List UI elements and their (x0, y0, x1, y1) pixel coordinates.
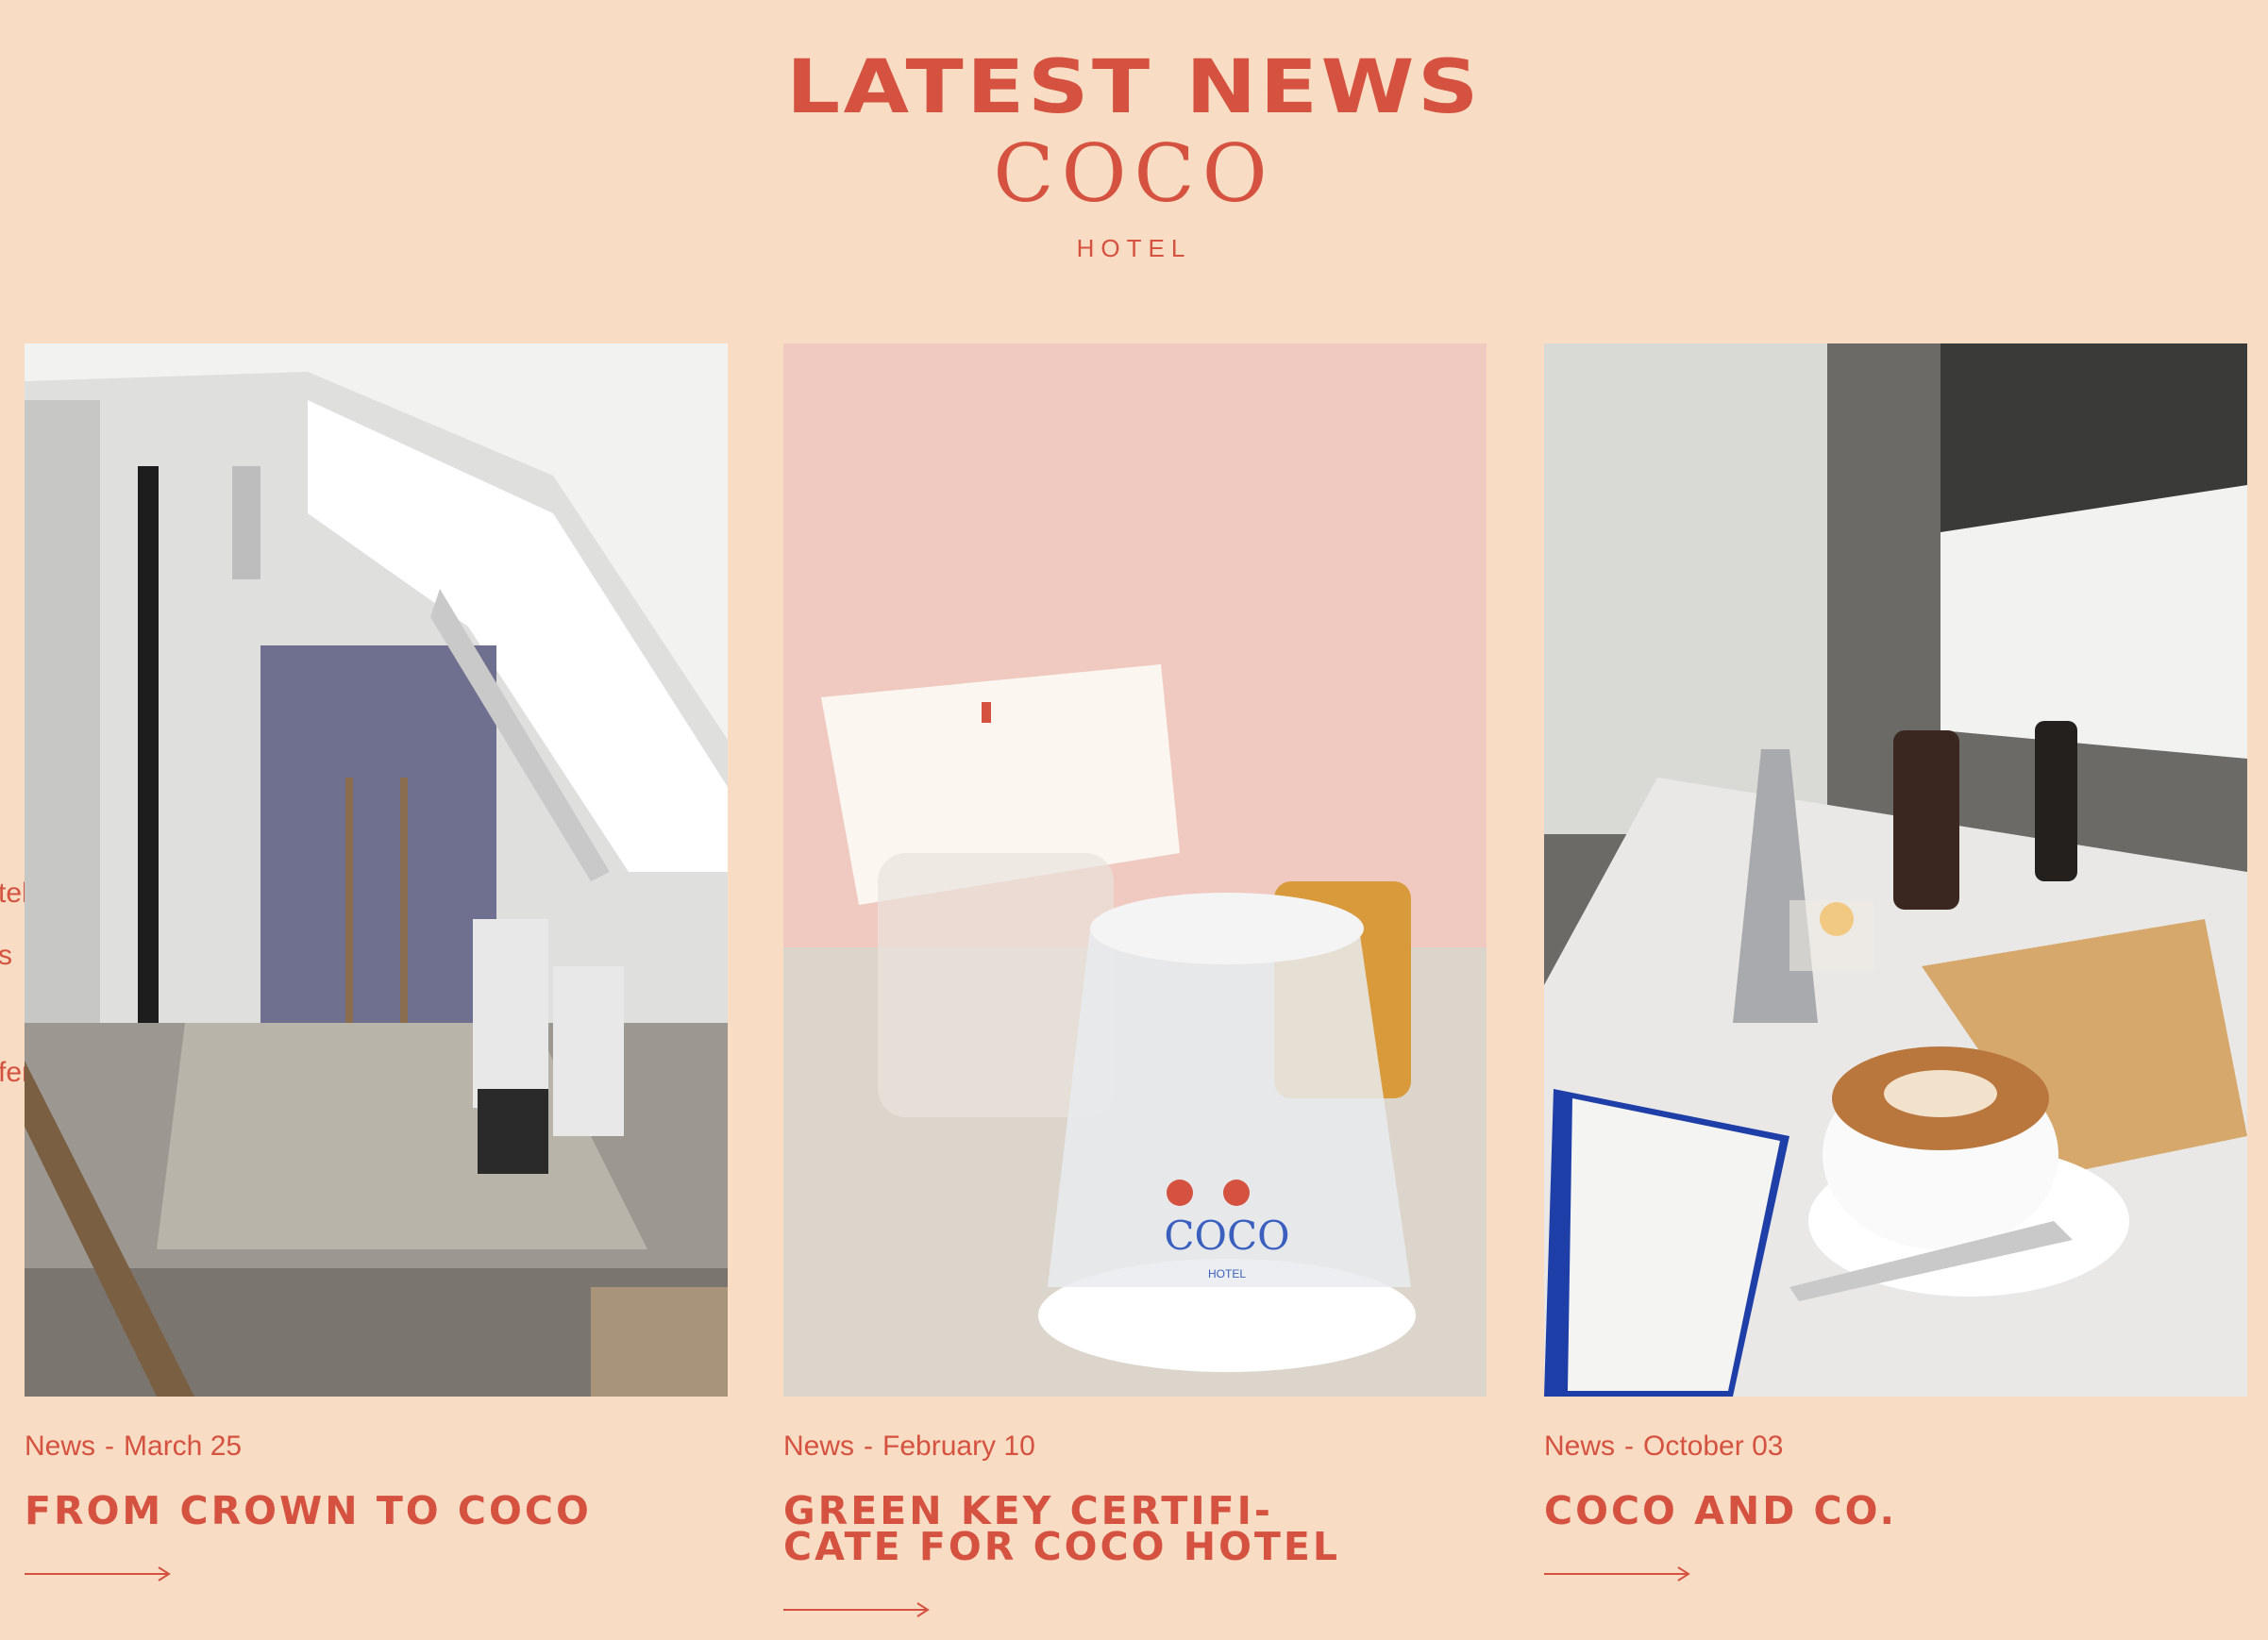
read-more-arrow-icon[interactable] (1544, 1565, 1695, 1583)
news-meta: News - March 25 (25, 1431, 242, 1463)
meta-separator: - (105, 1431, 115, 1462)
coco-logo-word[interactable]: COCO (0, 127, 2268, 220)
news-headline[interactable]: COCO AND CO. (1544, 1492, 2261, 1531)
svg-text:COCO: COCO (1164, 1213, 1289, 1259)
coco-logo-subtitle[interactable]: HOTEL (0, 234, 2268, 263)
read-more-arrow-icon[interactable] (25, 1565, 176, 1583)
cafe-latte-photo[interactable] (1544, 343, 2247, 1397)
attic-renovation-photo[interactable] (25, 343, 728, 1397)
news-headline-line: CATE FOR COCO HOTEL (783, 1524, 1341, 1569)
news-category[interactable]: News (1544, 1431, 1615, 1462)
svg-text:HOTEL: HOTEL (1208, 1267, 1246, 1280)
section-title: LATEST NEWS (786, 45, 1482, 130)
news-date: March 25 (124, 1431, 243, 1462)
news-meta: News - February 10 (783, 1431, 1035, 1463)
read-more-arrow-icon[interactable] (783, 1600, 934, 1619)
news-date: October 03 (1643, 1431, 1784, 1462)
news-date: February 10 (882, 1431, 1035, 1462)
meta-separator: - (864, 1431, 874, 1462)
news-category[interactable]: News (783, 1431, 854, 1462)
news-headline[interactable]: FROM CROWN TO COCO (25, 1492, 742, 1531)
meta-separator: - (1624, 1431, 1635, 1462)
news-headline[interactable]: GREEN KEY CERTIFI- CATE FOR COCO HOTEL (783, 1492, 1501, 1569)
water-glass-card-photo[interactable]: COCO HOTEL (783, 343, 1487, 1397)
news-category[interactable]: News (25, 1431, 95, 1462)
side-menu-item-rooms[interactable]: s (0, 940, 12, 972)
news-meta: News - October 03 (1544, 1431, 1783, 1463)
